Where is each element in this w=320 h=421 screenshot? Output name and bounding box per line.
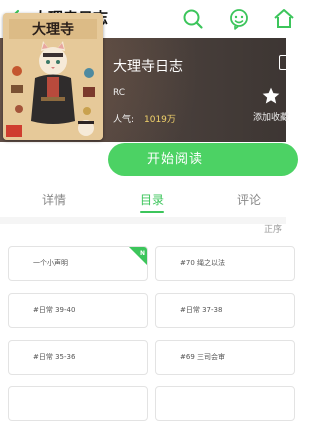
section-divider <box>0 217 286 224</box>
chapter-item[interactable]: #日常 39-40 <box>8 293 148 328</box>
search-icon[interactable] <box>181 7 205 31</box>
add-favorite-label[interactable]: 添加收藏 <box>253 110 289 123</box>
new-badge-icon: N <box>129 247 147 265</box>
face-icon[interactable] <box>227 7 251 31</box>
chapter-item[interactable]: #69 三司会审 <box>155 340 295 375</box>
popularity-value: 1019万 <box>144 115 176 125</box>
chapter-item[interactable]: #日常 35-36 <box>8 340 148 375</box>
book-title: 大理寺日志 <box>113 59 183 75</box>
chapter-item[interactable]: 一个小声明 N <box>8 246 148 281</box>
tab-active-indicator <box>140 211 164 213</box>
chapter-item[interactable] <box>155 386 295 421</box>
chapter-item[interactable]: #日常 37-38 <box>155 293 295 328</box>
chapter-title: #日常 37-38 <box>180 306 223 314</box>
tab-details[interactable]: 详情 <box>42 191 66 208</box>
svg-text:N: N <box>140 250 145 257</box>
cover-illustration: 大理寺 <box>3 13 103 140</box>
popularity-label: 人气: <box>113 115 135 125</box>
start-reading-label: 开始阅读 <box>146 152 203 167</box>
share-icon[interactable] <box>279 55 291 70</box>
chapter-item[interactable] <box>8 386 148 421</box>
chapter-title: #69 三司会审 <box>180 353 225 361</box>
chapter-title: #日常 39-40 <box>33 306 76 314</box>
start-reading-button[interactable]: 开始阅读 <box>108 143 298 176</box>
tab-catalog[interactable]: 目录 <box>140 191 164 208</box>
tab-comments[interactable]: 评论 <box>237 191 261 208</box>
chapter-title: 一个小声明 <box>33 259 68 267</box>
book-author: RC <box>113 88 126 98</box>
chapter-title: #70 绳之以法 <box>180 259 225 267</box>
home-icon[interactable] <box>272 7 296 31</box>
chapter-item[interactable]: #70 绳之以法 <box>155 246 295 281</box>
star-icon[interactable] <box>261 86 281 106</box>
chapter-title: #日常 35-36 <box>33 353 76 361</box>
svg-text:大理寺: 大理寺 <box>32 21 74 38</box>
book-cover[interactable]: 大理寺 <box>3 13 103 140</box>
sort-order-button[interactable]: 正序 <box>264 222 282 235</box>
